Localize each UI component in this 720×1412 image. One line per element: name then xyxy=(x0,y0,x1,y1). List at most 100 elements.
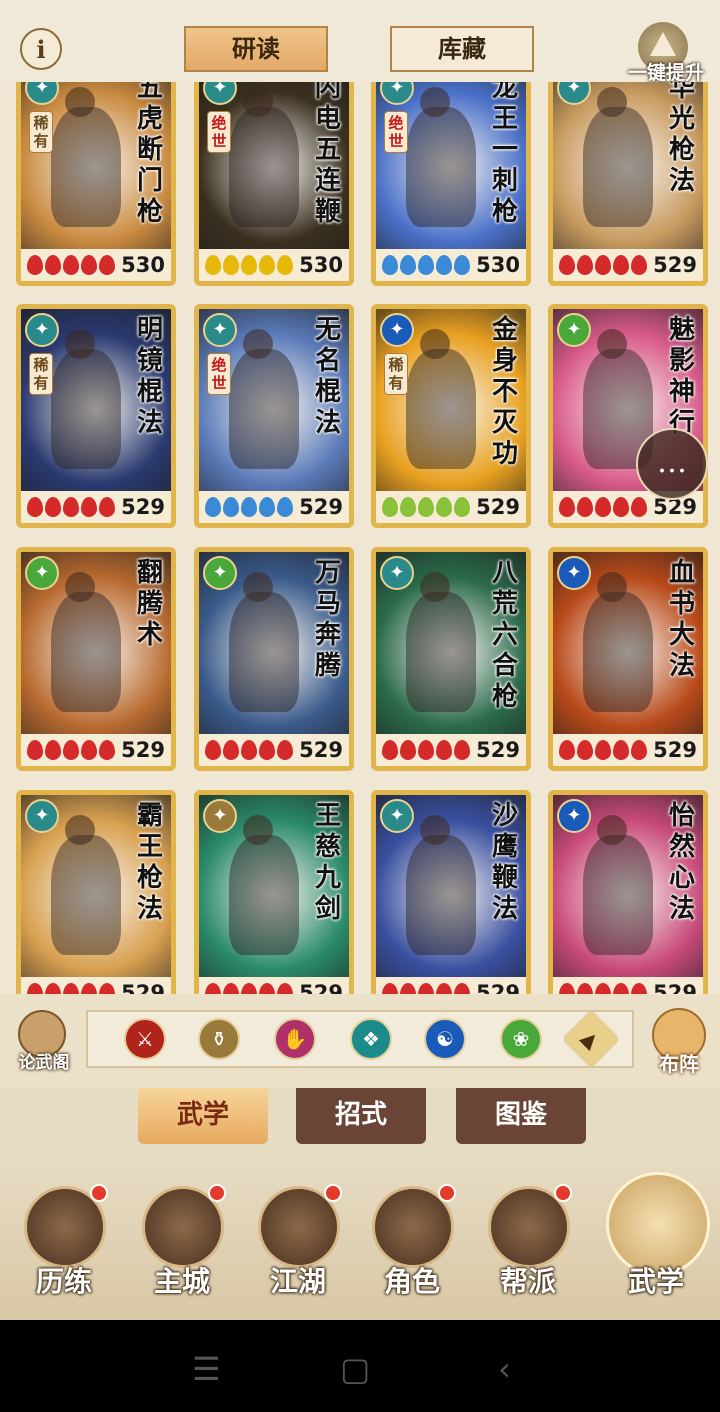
info-button[interactable]: i xyxy=(20,28,62,70)
skill-card[interactable]: ✦ 八荒六合枪 529 xyxy=(371,547,531,771)
star-drops xyxy=(27,740,115,760)
drop-icon xyxy=(631,740,647,760)
skill-card[interactable]: ✦ 华光枪法 529 xyxy=(548,82,708,286)
nav-item[interactable]: 主城 xyxy=(132,1178,232,1314)
card-level: 529 xyxy=(299,495,343,519)
subtab-moves[interactable]: 招式 xyxy=(296,1088,426,1144)
card-level: 529 xyxy=(476,495,520,519)
drop-icon xyxy=(205,497,221,517)
skill-name: 龙王一刺枪 xyxy=(491,82,518,227)
skill-card[interactable]: ✦ 怡然心法 529 xyxy=(548,790,708,994)
drop-icon xyxy=(99,255,115,275)
star-drops xyxy=(382,740,470,760)
skill-name: 华光枪法 xyxy=(668,82,695,196)
gold-school-icon[interactable]: ⚱ xyxy=(198,1018,240,1060)
chat-bubble-button[interactable]: … xyxy=(636,428,708,500)
character-figure xyxy=(51,592,121,712)
back-icon[interactable]: ‹ xyxy=(498,1350,511,1388)
teal-school-icon[interactable]: ❖ xyxy=(350,1018,392,1060)
skill-name: 万马奔腾 xyxy=(314,558,341,681)
drop-icon xyxy=(418,497,434,517)
drop-icon xyxy=(382,497,398,517)
skill-card[interactable]: ✦ 稀有 金身不灭功 529 xyxy=(371,304,531,528)
character-figure xyxy=(583,107,653,227)
formation-button[interactable]: 布阵 xyxy=(646,1004,712,1076)
skill-card[interactable]: ✦ 血书大法 529 xyxy=(548,547,708,771)
school-icon: ✦ xyxy=(557,313,591,347)
drop-icon xyxy=(400,983,416,994)
tab-collection[interactable]: 库藏 xyxy=(390,26,534,72)
skill-card[interactable]: ✦ 霸王枪法 529 xyxy=(16,790,176,994)
skill-card[interactable]: ✦ 绝世 无名棍法 529 xyxy=(194,304,354,528)
nav-item[interactable]: 帮派 xyxy=(478,1178,578,1314)
pink-school-icon[interactable]: ✋ xyxy=(274,1018,316,1060)
rarity-tag: 稀有 xyxy=(29,353,53,395)
drop-icon xyxy=(99,983,115,994)
menu-icon[interactable]: ☰ xyxy=(192,1350,221,1388)
drop-icon xyxy=(631,983,647,994)
nav-item[interactable]: 江湖 xyxy=(248,1178,348,1314)
drop-icon xyxy=(613,983,629,994)
card-level: 529 xyxy=(476,981,520,994)
filter-bar: 论武阁 ⚔ ⚱ ✋ ❖ ☯ ❀ ▲ 布阵 xyxy=(0,994,720,1088)
star-drops xyxy=(205,740,293,760)
character-figure xyxy=(51,835,121,955)
character-head xyxy=(243,815,273,845)
drop-icon xyxy=(45,740,61,760)
drop-icon xyxy=(382,255,398,275)
drop-icon xyxy=(595,255,611,275)
star-drops xyxy=(27,255,115,275)
rarity-tag: 绝世 xyxy=(207,111,231,153)
drop-icon xyxy=(418,255,434,275)
school-icon: ✦ xyxy=(25,556,59,590)
character-figure xyxy=(51,349,121,469)
blade-school-icon[interactable]: ⚔ xyxy=(124,1018,166,1060)
drop-icon xyxy=(63,497,79,517)
character-head xyxy=(420,329,450,359)
nav-item[interactable]: 角色 xyxy=(362,1178,462,1314)
star-drops xyxy=(382,983,470,994)
skill-card[interactable]: ✦ 绝世 龙王一刺枪 530 xyxy=(371,82,531,286)
skill-name: 血书大法 xyxy=(668,558,695,681)
drop-icon xyxy=(436,983,452,994)
drop-icon xyxy=(613,497,629,517)
up-arrow-icon[interactable]: ▲ xyxy=(561,1009,621,1069)
skill-card[interactable]: ✦ 王慈九剑 529 xyxy=(194,790,354,994)
lunwu-pavilion-button[interactable]: 论武阁 xyxy=(12,1010,74,1073)
one-click-upgrade-button[interactable]: 一键提升 xyxy=(622,22,712,84)
subtab-codex[interactable]: 图鉴 xyxy=(456,1088,586,1144)
drop-icon xyxy=(277,740,293,760)
drop-icon xyxy=(454,740,470,760)
skill-card[interactable]: ✦ 翻腾术 529 xyxy=(16,547,176,771)
character-head xyxy=(65,572,95,602)
subtab-martial-arts[interactable]: 武学 xyxy=(138,1088,268,1144)
character-head xyxy=(65,329,95,359)
home-icon[interactable]: ▢ xyxy=(340,1350,370,1388)
tab-study[interactable]: 研读 xyxy=(184,26,328,72)
skill-card[interactable]: ✦ 稀有 明镜棍法 529 xyxy=(16,304,176,528)
skill-card[interactable]: ✦ 稀有 五虎断门枪 530 xyxy=(16,82,176,286)
skill-card[interactable]: ✦ 绝世 闪电五连鞭 530 xyxy=(194,82,354,286)
skill-card[interactable]: ✦ 沙鹰鞭法 529 xyxy=(371,790,531,994)
skill-name: 魅影神行 xyxy=(668,315,695,438)
drop-icon xyxy=(595,983,611,994)
school-icon: ✦ xyxy=(557,556,591,590)
skill-name: 金身不灭功 xyxy=(491,315,518,469)
nav-item[interactable]: 武学 xyxy=(606,1172,710,1314)
drop-icon xyxy=(63,740,79,760)
character-head xyxy=(420,815,450,845)
school-icon: ✦ xyxy=(25,799,59,833)
drop-icon xyxy=(241,983,257,994)
drop-icon xyxy=(241,497,257,517)
skill-card[interactable]: ✦ 万马奔腾 529 xyxy=(194,547,354,771)
blue-school-icon[interactable]: ☯ xyxy=(424,1018,466,1060)
green-school-icon[interactable]: ❀ xyxy=(500,1018,542,1060)
skill-name: 八荒六合枪 xyxy=(491,558,518,712)
drop-icon xyxy=(418,740,434,760)
skill-card-grid: ✦ 稀有 五虎断门枪 530 ✦ 绝世 闪电五连鞭 530 ✦ 绝世 龙王一刺枪 530 ✦ 华光枪法 52… xyxy=(0,82,720,994)
nav-item[interactable]: 历练 xyxy=(14,1178,114,1314)
formation-label: 布阵 xyxy=(659,1052,699,1076)
drop-icon xyxy=(454,983,470,994)
drop-icon xyxy=(205,983,221,994)
skill-name: 沙鹰鞭法 xyxy=(491,801,518,924)
